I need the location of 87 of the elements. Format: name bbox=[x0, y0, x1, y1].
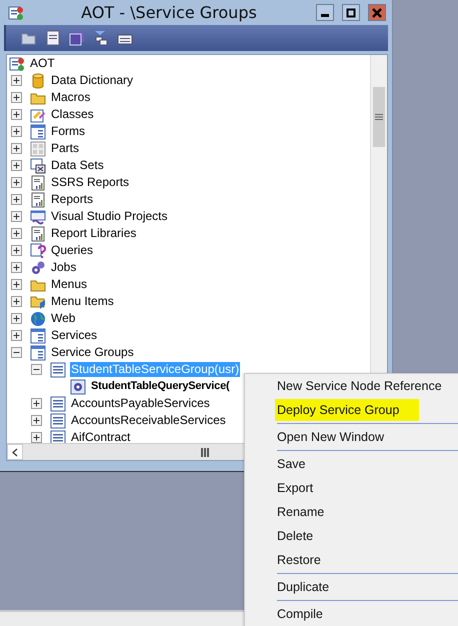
tree-item[interactable]: Queries bbox=[50, 243, 94, 258]
expand-icon[interactable] bbox=[31, 415, 42, 426]
tree-item[interactable]: Parts bbox=[50, 141, 80, 156]
tree-item[interactable]: Menus bbox=[50, 277, 88, 292]
tree-item[interactable]: Menu Items bbox=[50, 294, 115, 309]
grid-icon bbox=[30, 140, 46, 156]
expand-icon[interactable] bbox=[11, 194, 22, 205]
expand-icon[interactable] bbox=[11, 245, 22, 256]
class-icon bbox=[30, 106, 46, 122]
tree-item[interactable]: Services bbox=[50, 328, 98, 343]
expand-icon[interactable] bbox=[31, 398, 42, 409]
expand-icon[interactable] bbox=[11, 228, 22, 239]
menu-item[interactable]: Duplicate bbox=[275, 576, 350, 598]
list-icon bbox=[50, 430, 66, 443]
menu-item[interactable]: Save bbox=[275, 453, 326, 475]
tree-item[interactable]: AifContract bbox=[70, 430, 132, 443]
expand-icon[interactable] bbox=[11, 313, 22, 324]
collapse-icon[interactable] bbox=[11, 347, 22, 358]
tree-item[interactable]: Data Sets bbox=[50, 158, 105, 173]
folder-icon bbox=[30, 294, 46, 310]
gears-icon bbox=[30, 260, 46, 276]
tree-item[interactable]: Web bbox=[50, 311, 76, 326]
expand-icon[interactable] bbox=[11, 126, 22, 137]
cylinder-icon bbox=[30, 72, 46, 88]
tree-item[interactable]: AccountsReceivableServices bbox=[70, 413, 227, 428]
query-icon bbox=[30, 242, 46, 258]
expand-icon[interactable] bbox=[11, 92, 22, 103]
gear-icon bbox=[70, 378, 86, 394]
menu-item[interactable]: Open New Window bbox=[275, 426, 404, 448]
project-icon bbox=[30, 208, 46, 224]
expand-icon[interactable] bbox=[11, 279, 22, 290]
tree-item[interactable]: Macros bbox=[50, 90, 92, 105]
maximize-icon bbox=[346, 8, 356, 18]
menu-item[interactable]: Deploy Service Group bbox=[275, 399, 420, 421]
expand-icon[interactable] bbox=[11, 296, 22, 307]
menu-item[interactable]: Export bbox=[275, 477, 334, 499]
window-icon bbox=[30, 328, 46, 344]
menu-item[interactable]: Restore bbox=[275, 549, 341, 571]
tree-item[interactable]: Forms bbox=[50, 124, 86, 139]
dataset-icon bbox=[30, 158, 46, 174]
tree-icon bbox=[8, 4, 24, 20]
tree-item[interactable]: StudentTableQueryService( bbox=[90, 379, 230, 394]
report-icon bbox=[30, 226, 46, 242]
list-icon bbox=[50, 412, 66, 428]
tree-item[interactable]: Jobs bbox=[50, 260, 78, 275]
collapse-icon[interactable] bbox=[31, 364, 42, 375]
tree-item[interactable]: AOT bbox=[29, 56, 56, 71]
menu-item[interactable]: Delete bbox=[275, 525, 334, 547]
menu-item[interactable]: Compile bbox=[275, 603, 343, 625]
tree-item[interactable]: AccountsPayableServices bbox=[70, 396, 211, 411]
expand-icon[interactable] bbox=[11, 211, 22, 222]
list-icon bbox=[50, 396, 66, 412]
chevron-left-icon bbox=[12, 448, 18, 456]
expand-icon[interactable] bbox=[11, 330, 22, 341]
tree-item[interactable]: Data Dictionary bbox=[50, 73, 134, 88]
close-button[interactable] bbox=[368, 4, 386, 21]
save-tool-button[interactable] bbox=[68, 29, 86, 47]
expand-icon[interactable] bbox=[11, 160, 22, 171]
window-icon bbox=[30, 124, 46, 140]
menu-item[interactable]: New Service Node Reference bbox=[275, 375, 458, 397]
tree-item[interactable]: Service Groups bbox=[50, 345, 135, 360]
expand-icon[interactable] bbox=[11, 262, 22, 273]
close-icon bbox=[372, 8, 382, 18]
grip-icon bbox=[201, 448, 209, 456]
window-icon bbox=[30, 344, 46, 360]
minimize-icon bbox=[321, 14, 329, 17]
expand-icon[interactable] bbox=[11, 177, 22, 188]
window-title: AOT - \Service Groups bbox=[80, 3, 258, 22]
tree-item[interactable]: Reports bbox=[50, 192, 94, 207]
report-icon bbox=[30, 174, 46, 190]
tree-item[interactable]: Classes bbox=[50, 107, 95, 122]
scroll-left-button[interactable] bbox=[7, 444, 23, 460]
maximize-button[interactable] bbox=[342, 4, 360, 21]
menu-item[interactable]: Rename bbox=[275, 501, 344, 523]
tree-item[interactable]: SSRS Reports bbox=[50, 175, 130, 190]
list-icon bbox=[50, 362, 66, 378]
globe-icon bbox=[30, 310, 46, 326]
expand-icon[interactable] bbox=[31, 432, 42, 443]
expand-icon[interactable] bbox=[11, 143, 22, 154]
tree-item[interactable]: Report Libraries bbox=[50, 226, 138, 241]
properties-tool-button[interactable] bbox=[44, 29, 62, 47]
expand-icon[interactable] bbox=[11, 75, 22, 86]
tree-item[interactable]: Visual Studio Projects bbox=[50, 209, 169, 224]
minimize-button[interactable] bbox=[316, 4, 334, 21]
scroll-thumb[interactable] bbox=[373, 87, 385, 147]
report-icon bbox=[30, 192, 46, 208]
expand-icon[interactable] bbox=[11, 109, 22, 120]
